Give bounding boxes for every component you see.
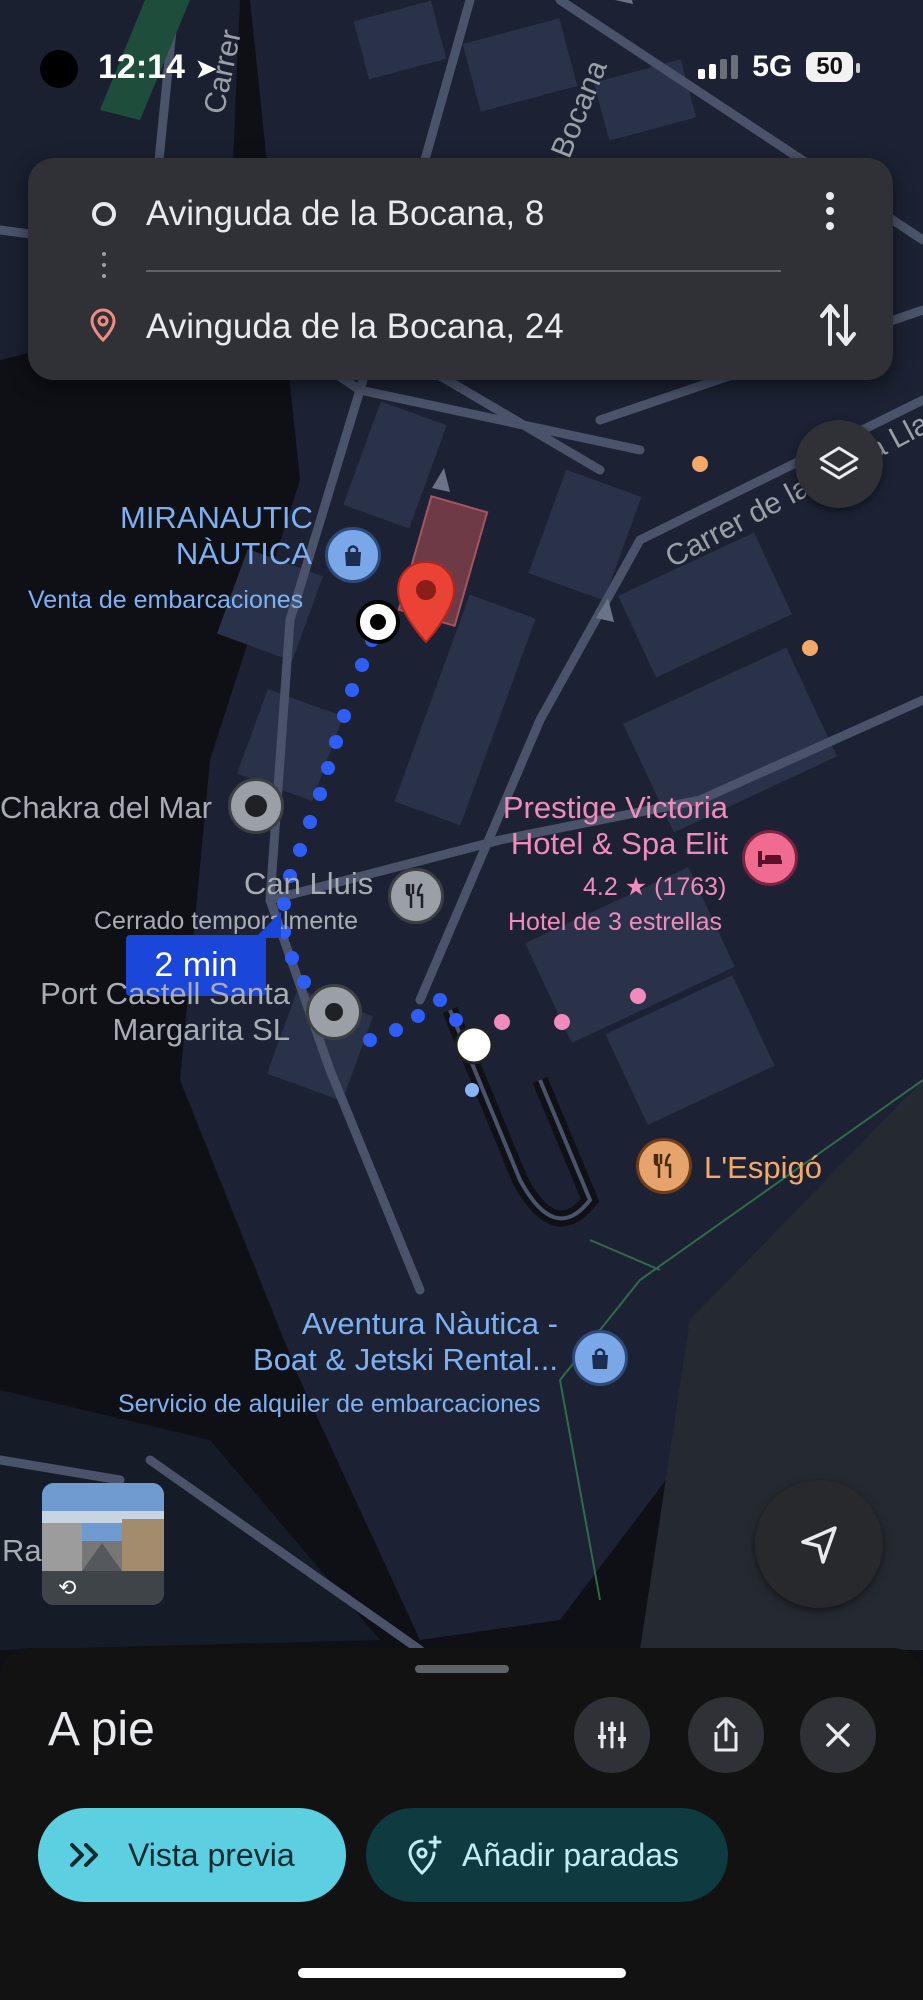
poi-canlluis-name[interactable]: Can Lluis (244, 866, 373, 902)
origin-input[interactable]: Avinguda de la Bocana, 8 (146, 194, 544, 234)
poi-espigo-name[interactable]: L'Espigó (704, 1150, 822, 1186)
preview-button-label: Vista previa (128, 1836, 295, 1873)
close-icon (826, 1723, 850, 1747)
hotel-bed-icon[interactable] (742, 830, 798, 886)
navigation-arrow-icon (801, 1526, 837, 1564)
battery-level: 50 (816, 53, 843, 80)
share-button[interactable] (688, 1697, 764, 1773)
network-label: 5G (752, 50, 793, 83)
add-stops-button-label: Añadir paradas (462, 1836, 680, 1873)
status-camera-dot (40, 50, 78, 88)
rating-value: 4.2 (583, 873, 618, 901)
destination-row[interactable]: Avinguda de la Bocana, 24 (0, 297, 923, 357)
home-indicator[interactable] (298, 1968, 626, 1978)
recenter-button[interactable] (755, 1480, 883, 1608)
poi-miranautic-line1: MIRANAUTIC (120, 500, 313, 535)
review-count: (1763) (654, 873, 727, 901)
preview-button[interactable]: Vista previa (38, 1808, 346, 1902)
tune-icon (598, 1721, 626, 1749)
status-time: 12:14 ➤ (98, 48, 218, 87)
status-time-text: 12:14 (98, 48, 185, 86)
poi-port-line1: Port Castell Santa (40, 976, 290, 1011)
destination-marker-icon (90, 307, 116, 347)
shopping-bag-icon[interactable] (572, 1330, 628, 1386)
poi-prestige-name[interactable]: Prestige Victoria Hotel & Spa Elit (420, 790, 728, 861)
destination-input[interactable]: Avinguda de la Bocana, 24 (146, 307, 564, 347)
poi-prestige-line1: Prestige Victoria (502, 790, 728, 825)
poi-port-line2: Margarita SL (112, 1011, 290, 1047)
travel-mode-title: A pie (48, 1703, 155, 1756)
restaurant-icon[interactable] (388, 868, 444, 924)
poi-prestige-line2: Hotel & Spa Elit (510, 825, 728, 861)
poi-miranautic-name[interactable]: MIRANAUTIC NÀUTICA (120, 500, 313, 571)
swap-icon[interactable] (818, 300, 858, 355)
add-stops-button[interactable]: Añadir paradas (366, 1808, 728, 1902)
route-options-button[interactable] (574, 1697, 650, 1773)
poi-prestige-category: Hotel de 3 estrellas (508, 908, 723, 936)
poi-cut-label: Ra (2, 1533, 42, 1568)
route-connector-icon (102, 252, 106, 285)
poi-port-name[interactable]: Port Castell Santa Margarita SL (32, 976, 290, 1047)
place-pin-icon[interactable] (228, 778, 284, 834)
place-pin-icon[interactable] (306, 984, 362, 1040)
battery-icon: 50 (806, 52, 860, 82)
poi-prestige-rating: 4.2 ★ (1763) (583, 873, 726, 902)
restaurant-icon[interactable] (636, 1138, 692, 1194)
more-options-icon[interactable] (826, 192, 834, 237)
status-indicators: 5G 50 (698, 50, 860, 84)
poi-aventura-category: Servicio de alquiler de embarcaciones (118, 1390, 541, 1418)
layers-icon (819, 446, 859, 480)
signal-icon (698, 55, 739, 79)
poi-aventura-name[interactable]: Aventura Nàutica - Boat & Jetski Rental.… (240, 1306, 558, 1377)
star-icon: ★ (624, 873, 648, 901)
poi-miranautic-category: Venta de embarcaciones (28, 586, 304, 614)
close-button[interactable] (800, 1697, 876, 1773)
rotate-360-icon: ⟲ (58, 1575, 77, 1600)
sheet-drag-handle[interactable] (415, 1665, 509, 1673)
poi-chakra-name[interactable]: Chakra del Mar (0, 790, 212, 826)
poi-miranautic-line2: NÀUTICA (175, 535, 312, 571)
origin-row[interactable]: Avinguda de la Bocana, 8 (0, 184, 923, 244)
route-time-bubble-tail (255, 912, 281, 938)
origin-circle-icon (92, 202, 116, 226)
poi-aventura-line1: Aventura Nàutica - (301, 1306, 558, 1341)
add-location-icon (408, 1835, 442, 1875)
street-view-thumbnail[interactable]: ⟲ (42, 1483, 164, 1605)
destination-pin-icon[interactable] (396, 560, 456, 644)
route-divider (146, 270, 781, 272)
shopping-bag-icon[interactable] (325, 527, 381, 583)
layers-button[interactable] (795, 420, 883, 508)
share-icon (714, 1717, 738, 1752)
poi-canlluis-status: Cerrado temporalmente (94, 907, 359, 935)
poi-aventura-line2: Boat & Jetski Rental... (253, 1341, 558, 1377)
double-chevron-right-icon (70, 1843, 98, 1867)
